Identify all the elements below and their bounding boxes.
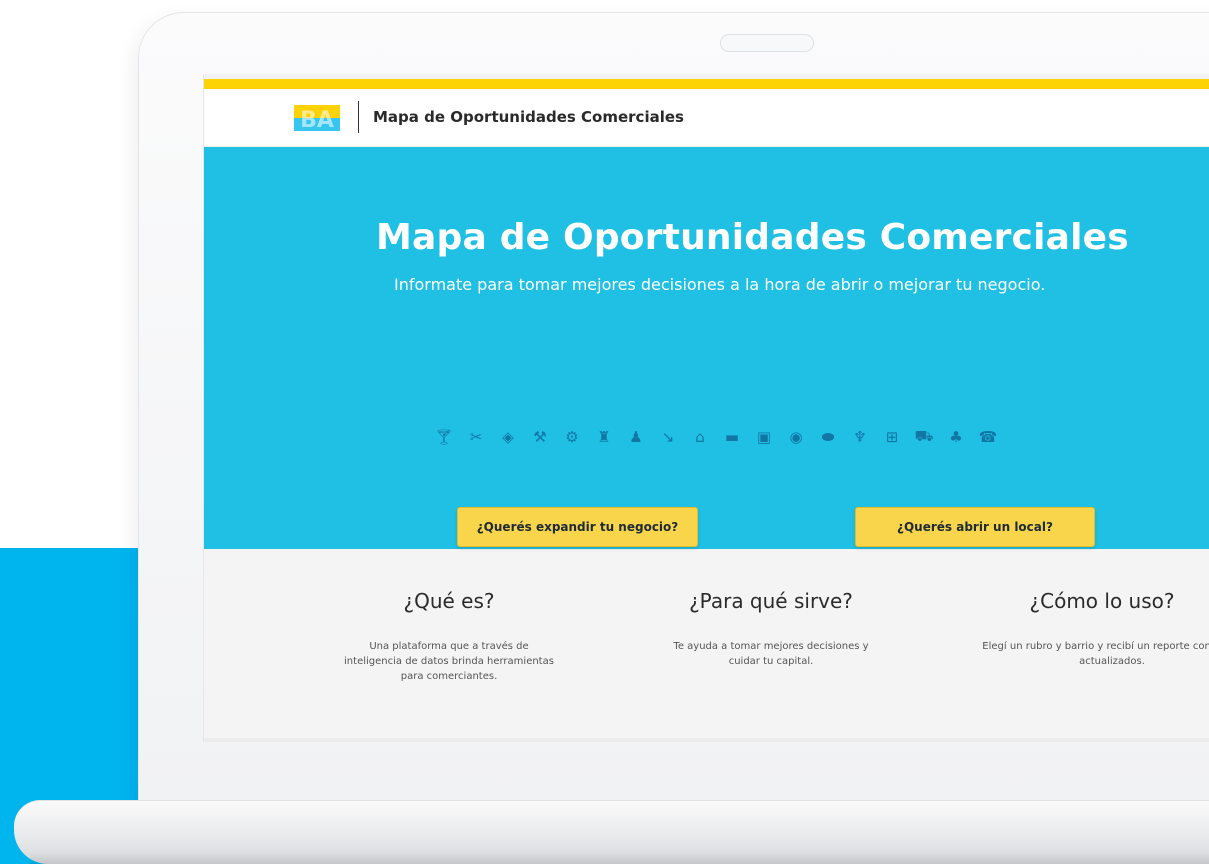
cocktail-icon[interactable]: 🍸︎ <box>432 425 456 449</box>
appliance-icon[interactable]: ▬ <box>720 425 744 449</box>
home-icon[interactable]: ⌂ <box>688 425 712 449</box>
bicycle-icon[interactable]: ⚙︎ <box>560 425 584 449</box>
hero-title: Mapa de Oportunidades Comerciales <box>376 217 1129 258</box>
stage: BA Mapa de Oportunidades Comerciales Map… <box>0 0 1209 864</box>
info-purpose-text: Te ayuda a tomar mejores decisiones y cu… <box>673 641 869 667</box>
tools-icon[interactable]: ⚒︎ <box>528 425 552 449</box>
laptop-base-shadow <box>30 852 1209 864</box>
clothing-icon[interactable]: ♟ <box>624 425 648 449</box>
site-title[interactable]: Mapa de Oportunidades Comerciales <box>373 108 684 126</box>
hero-subtitle: Informate para tomar mejores decisiones … <box>394 275 1046 294</box>
info-howto-title: ¿Cómo lo uso? <box>1029 589 1175 613</box>
hair-salon-icon[interactable]: ✂︎ <box>464 425 488 449</box>
category-icon-row: 🍸︎ ✂︎ ◈ ⚒︎ ⚙︎ ♜ ♟ ↘ ⌂ ▬ ▣ ◉ ⬬ ♆ ⊞ ⛟ ♣ ☎ <box>432 425 1000 451</box>
info-howto-column: ¿Cómo lo uso? Elegí un rubro y barrio y … <box>962 589 1209 669</box>
info-what-text: Una plataforma que a través de inteligen… <box>344 641 554 682</box>
lamp-icon[interactable]: ♜ <box>592 425 616 449</box>
info-howto-text: Elegí un rubro y barrio y recibí un repo… <box>982 641 1209 667</box>
brand-stripe <box>204 79 1209 89</box>
hero-section: Mapa de Oportunidades Comerciales Inform… <box>204 147 1209 549</box>
info-what-title: ¿Qué es? <box>403 589 495 613</box>
open-store-button[interactable]: ¿Querés abrir un local? <box>855 507 1095 547</box>
info-what-column: ¿Qué es? Una plataforma que a través de … <box>309 589 589 684</box>
expand-business-button[interactable]: ¿Querés expandir tu negocio? <box>457 507 698 547</box>
restaurant-icon[interactable]: ♆ <box>848 425 872 449</box>
jewelry-icon[interactable]: ◈ <box>496 425 520 449</box>
laptop-screen: BA Mapa de Oportunidades Comerciales Map… <box>203 74 1209 742</box>
pharmacy-icon[interactable]: ⬬ <box>816 425 840 449</box>
logo-divider <box>358 101 359 133</box>
screen-bottom-edge <box>204 738 1209 742</box>
bookstore-icon[interactable]: ▣ <box>752 425 776 449</box>
hardware-icon[interactable]: ↘ <box>656 425 680 449</box>
optics-icon[interactable]: ◉ <box>784 425 808 449</box>
plant-icon[interactable]: ♣ <box>944 425 968 449</box>
laptop-camera <box>720 34 814 52</box>
ba-logo[interactable]: BA <box>294 105 340 131</box>
medical-icon[interactable]: ⊞ <box>880 425 904 449</box>
info-purpose-title: ¿Para qué sirve? <box>689 589 853 613</box>
supermarket-icon[interactable]: ⛟ <box>912 425 936 449</box>
phone-icon[interactable]: ☎ <box>976 425 1000 449</box>
site-header: BA Mapa de Oportunidades Comerciales <box>204 89 1209 147</box>
info-purpose-column: ¿Para qué sirve? Te ayuda a tomar mejore… <box>631 589 911 669</box>
logo-text: BA <box>300 108 334 131</box>
